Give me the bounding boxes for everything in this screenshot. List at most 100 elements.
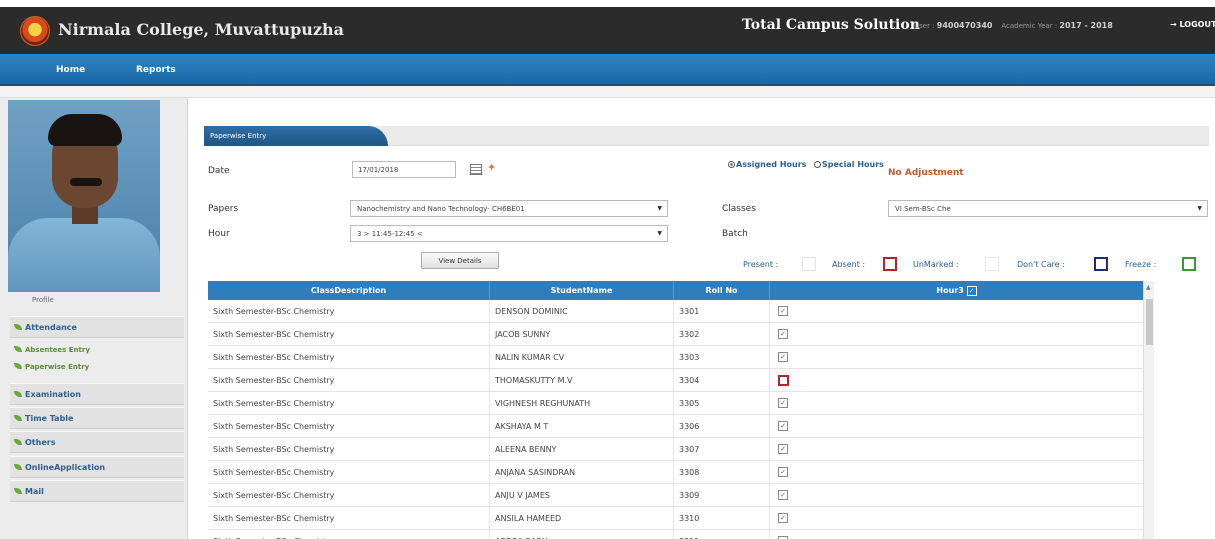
nav-item-home[interactable]: Home bbox=[56, 65, 85, 75]
cell-student-name: ANJU V JAMES bbox=[490, 484, 674, 507]
nav-item-reports[interactable]: Reports bbox=[136, 65, 176, 75]
sidebar-item-online-application[interactable]: OnlineApplication bbox=[10, 456, 184, 478]
cell-hour3 bbox=[770, 369, 1143, 392]
leaf-icon bbox=[14, 488, 22, 494]
col-hour3[interactable]: Hour3 ✓ bbox=[770, 281, 1143, 300]
cell-student-name: DENSON DOMINIC bbox=[490, 300, 674, 323]
papers-select-value: Nanochemistry and Nano Technology- CH6BE… bbox=[357, 205, 525, 213]
cell-roll-no: 3308 bbox=[674, 461, 770, 484]
cell-student-name: JACOB SUNNY bbox=[490, 323, 674, 346]
present-checkbox[interactable]: ✓ bbox=[778, 398, 788, 408]
sidebar-item-label: Attendance bbox=[25, 323, 77, 332]
sidebar-item-others[interactable]: Others bbox=[10, 431, 184, 453]
table-scrollbar[interactable]: ▲ bbox=[1143, 281, 1154, 539]
photo-shirt bbox=[8, 218, 160, 292]
year-value: 2017 - 2018 bbox=[1059, 21, 1113, 30]
top-header: Nirmala College, Muvattupuzha Total Camp… bbox=[0, 0, 1215, 54]
profile-photo bbox=[8, 100, 160, 292]
scroll-thumb[interactable] bbox=[1146, 299, 1153, 345]
cell-roll-no: 3303 bbox=[674, 346, 770, 369]
date-field[interactable]: 17/01/2018 bbox=[352, 161, 456, 178]
present-checkbox[interactable]: ✓ bbox=[778, 421, 788, 431]
legend-absent-label: Absent : bbox=[832, 260, 866, 269]
sidebar-item-time-table[interactable]: Time Table bbox=[10, 407, 184, 429]
cell-hour3: ✓ bbox=[770, 323, 1143, 346]
cell-class-description: Sixth Semester-BSc Chemistry bbox=[208, 484, 490, 507]
cell-hour3: ✓ bbox=[770, 392, 1143, 415]
photo-moustache bbox=[70, 178, 102, 186]
leaf-icon bbox=[14, 391, 22, 397]
present-checkbox[interactable]: ✓ bbox=[778, 490, 788, 500]
table-row: Sixth Semester-BSc ChemistryARDRA BABU33… bbox=[208, 530, 1143, 539]
sidebar-item-label: Examination bbox=[25, 390, 81, 399]
papers-select[interactable]: Nanochemistry and Nano Technology- CH6BE… bbox=[350, 200, 668, 217]
cell-roll-no: 3304 bbox=[674, 369, 770, 392]
leaf-icon bbox=[14, 363, 22, 369]
hour-label: Hour bbox=[208, 229, 230, 239]
calendar-icon[interactable] bbox=[470, 164, 482, 175]
cell-student-name: ALEENA BENNY bbox=[490, 438, 674, 461]
sidebar-item-mail[interactable]: Mail bbox=[10, 480, 184, 502]
user-meta: User : 9400470340 Academic Year : 2017 -… bbox=[914, 21, 1113, 30]
col-class-description[interactable]: ClassDescription bbox=[208, 281, 490, 300]
cell-roll-no: 3307 bbox=[674, 438, 770, 461]
user-label: User : bbox=[914, 22, 935, 30]
radio-special-hours[interactable]: Special Hours bbox=[814, 160, 884, 170]
sidebar-subitem-paperwise-entry[interactable]: Paperwise Entry bbox=[14, 363, 89, 377]
radio-label: Assigned Hours bbox=[736, 160, 807, 169]
table-row: Sixth Semester-BSc Chemistry ALEENA BENNY… bbox=[208, 438, 1143, 461]
cell-class-description: Sixth Semester-BSc Chemistry bbox=[208, 507, 490, 530]
chevron-down-icon: ▼ bbox=[1197, 205, 1202, 212]
cell-student-name: ANSILA HAMEED bbox=[490, 507, 674, 530]
cell-class-description: Sixth Semester-BSc Chemistry bbox=[208, 438, 490, 461]
sidebar-subitem-absentees-entry[interactable]: Absentees Entry bbox=[14, 346, 90, 360]
legend-freeze-box bbox=[1182, 257, 1196, 271]
sidebar-item-label: Absentees Entry bbox=[25, 346, 90, 354]
sidebar-item-label: Others bbox=[25, 438, 56, 447]
legend-absent-box bbox=[883, 257, 897, 271]
logout-link[interactable]: → LOGOUT bbox=[1170, 20, 1215, 29]
cell-student-name: ANJANA SASINDRAN bbox=[490, 461, 674, 484]
view-details-button[interactable]: View Details bbox=[421, 252, 499, 269]
check-all-icon[interactable]: ✓ bbox=[966, 286, 977, 296]
photo-hair bbox=[48, 114, 122, 146]
scroll-up-icon[interactable]: ▲ bbox=[1146, 284, 1151, 291]
cell-class-description: Sixth Semester-BSc Chemistry bbox=[208, 415, 490, 438]
app-window: Nirmala College, Muvattupuzha Total Camp… bbox=[0, 0, 1215, 539]
present-checkbox[interactable]: ✓ bbox=[778, 306, 788, 316]
legend-unmarked-box bbox=[985, 257, 999, 271]
divider bbox=[0, 86, 1215, 98]
required-star-icon: ✦ bbox=[487, 161, 497, 174]
cell-student-name: NALIN KUMAR CV bbox=[490, 346, 674, 369]
present-checkbox[interactable]: ✓ bbox=[778, 329, 788, 339]
cell-class-description: Sixth Semester-BSc Chemistry bbox=[208, 300, 490, 323]
college-name: Nirmala College, Muvattupuzha bbox=[58, 20, 345, 39]
no-adjustment-status: No Adjustment bbox=[888, 168, 964, 178]
date-label: Date bbox=[208, 166, 230, 176]
sidebar-item-attendance[interactable]: Attendance bbox=[10, 316, 184, 338]
cell-student-name: ARDRA BABU bbox=[490, 530, 674, 539]
present-checkbox[interactable]: ✓ bbox=[778, 444, 788, 454]
hour-select[interactable]: 3 > 11:45-12:45 < ▼ bbox=[350, 225, 668, 242]
cell-hour3: ✓ bbox=[770, 461, 1143, 484]
hour-select-value: 3 > 11:45-12:45 < bbox=[357, 230, 423, 238]
sidebar-item-examination[interactable]: Examination bbox=[10, 383, 184, 405]
radio-assigned-hours[interactable]: Assigned Hours bbox=[728, 160, 806, 170]
sidebar-item-label: OnlineApplication bbox=[25, 463, 106, 472]
table-row: Sixth Semester-BSc Chemistry JACOB SUNNY 3… bbox=[208, 323, 1143, 346]
present-checkbox[interactable]: ✓ bbox=[778, 352, 788, 362]
absent-checkbox[interactable] bbox=[778, 375, 789, 386]
present-checkbox[interactable]: ✓ bbox=[778, 513, 788, 523]
tab-paperwise-entry[interactable]: Paperwise Entry bbox=[204, 126, 388, 146]
profile-link[interactable]: Profile bbox=[10, 296, 175, 310]
col-roll-no[interactable]: Roll No bbox=[674, 281, 770, 300]
cell-hour3: ✓ bbox=[770, 415, 1143, 438]
present-checkbox[interactable]: ✓ bbox=[778, 467, 788, 477]
cell-roll-no: 3305 bbox=[674, 392, 770, 415]
table-row: Sixth Semester-BSc Chemistry NALIN KUMAR … bbox=[208, 346, 1143, 369]
leaf-icon bbox=[14, 439, 22, 445]
classes-select[interactable]: VI Sem-BSc Che ▼ bbox=[888, 200, 1208, 217]
cell-class-description: Sixth Semester-BSc Chemistry bbox=[208, 369, 490, 392]
col-student-name[interactable]: StudentName bbox=[490, 281, 674, 300]
batch-label: Batch bbox=[722, 229, 748, 239]
